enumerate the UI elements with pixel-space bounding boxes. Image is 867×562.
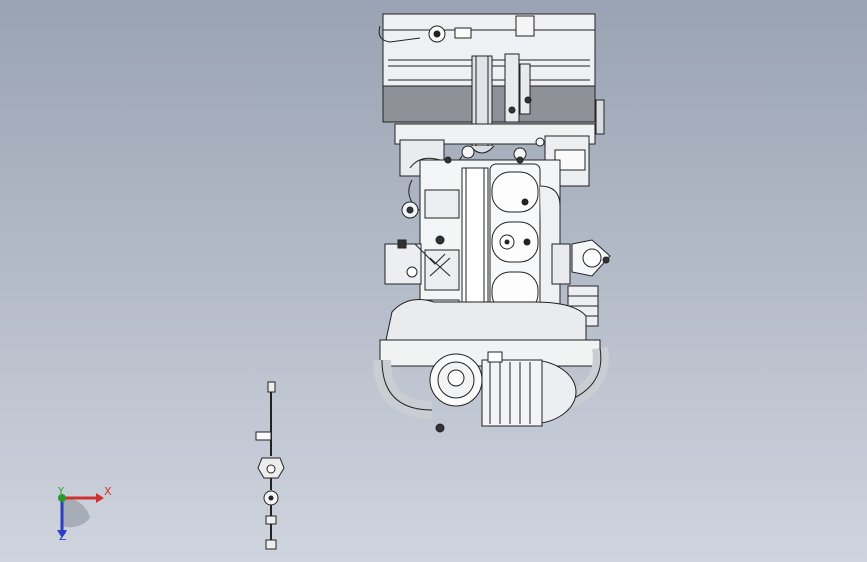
z-axis-label: Z xyxy=(59,530,67,543)
engine-assembly[interactable] xyxy=(373,13,611,433)
x-axis-label: X xyxy=(104,485,112,498)
y-axis-label: Y xyxy=(58,486,65,497)
orientation-triad[interactable] xyxy=(44,478,124,548)
cad-graphics-area[interactable]: X Y Z xyxy=(0,0,867,562)
model-view[interactable] xyxy=(0,0,867,562)
shaft-fitting[interactable] xyxy=(255,381,285,550)
